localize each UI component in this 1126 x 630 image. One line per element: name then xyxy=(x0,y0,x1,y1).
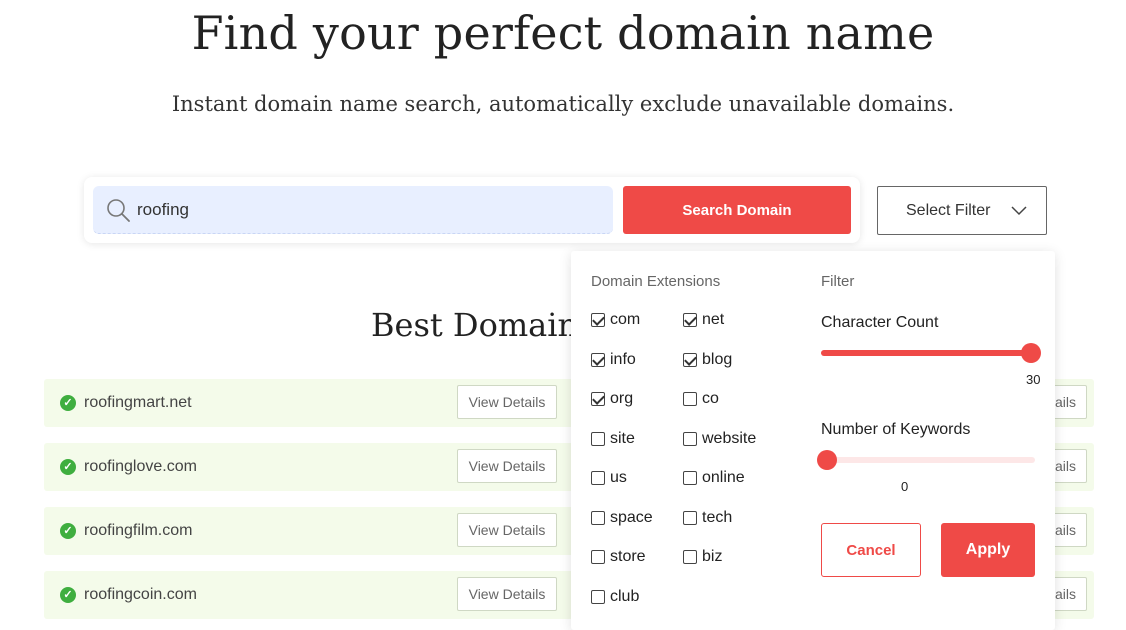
keywords-slider[interactable] xyxy=(817,450,1035,470)
apply-button[interactable]: Apply xyxy=(941,523,1035,577)
available-check-icon: ✓ xyxy=(60,523,76,539)
filter-panel: Domain Extensions Filter com net info blog o… xyxy=(571,251,1055,630)
domain-name: roofingcoin.com xyxy=(84,586,197,603)
page-title: Find your perfect domain name xyxy=(191,6,935,60)
extension-checkbox-club[interactable]: club xyxy=(591,588,639,606)
available-check-icon: ✓ xyxy=(60,587,76,603)
checkbox-icon[interactable] xyxy=(591,510,605,525)
extension-label: co xyxy=(702,390,719,407)
checkbox-icon[interactable] xyxy=(591,352,605,367)
view-details-button[interactable]: View Details xyxy=(457,385,557,419)
checkbox-icon[interactable] xyxy=(683,550,697,564)
extension-checkbox-store[interactable]: store xyxy=(591,548,646,566)
cancel-button[interactable]: Cancel xyxy=(821,523,921,577)
search-input[interactable] xyxy=(137,186,597,234)
extension-checkbox-website[interactable]: website xyxy=(683,430,756,448)
checkbox-icon[interactable] xyxy=(591,431,605,446)
view-details-button[interactable]: View Details xyxy=(457,577,557,611)
checkbox-icon[interactable] xyxy=(591,313,605,327)
extension-checkbox-net[interactable]: net xyxy=(683,311,724,329)
extension-label: net xyxy=(702,311,725,328)
character-count-slider[interactable] xyxy=(821,343,1041,363)
keywords-thumb[interactable] xyxy=(817,450,837,470)
extension-checkbox-biz[interactable]: biz xyxy=(683,548,722,566)
keywords-label: Number of Keywords xyxy=(821,421,971,438)
character-count-thumb[interactable] xyxy=(1021,343,1041,363)
filter-heading: Filter xyxy=(821,273,855,290)
extension-label: website xyxy=(702,429,757,447)
checkbox-icon[interactable] xyxy=(683,392,697,406)
available-check-icon: ✓ xyxy=(60,395,76,411)
extension-checkbox-blog[interactable]: blog xyxy=(683,351,732,369)
character-count-value: 30 xyxy=(1026,372,1041,387)
extension-label: store xyxy=(610,548,646,565)
search-bar: Search Domain xyxy=(84,177,860,243)
view-details-button[interactable]: View Details xyxy=(457,513,557,547)
search-icon xyxy=(107,199,130,222)
extension-label: space xyxy=(610,508,653,526)
checkbox-icon[interactable] xyxy=(591,550,605,564)
character-count-label: Character Count xyxy=(821,314,939,331)
checkbox-icon[interactable] xyxy=(683,471,697,485)
checkbox-icon[interactable] xyxy=(591,392,605,406)
available-check-icon: ✓ xyxy=(60,459,76,475)
domain-name: roofinglove.com xyxy=(84,458,197,475)
checkbox-icon[interactable] xyxy=(683,352,697,367)
extension-checkbox-com[interactable]: com xyxy=(591,311,640,329)
extension-checkbox-org[interactable]: org xyxy=(591,390,633,408)
extension-checkbox-co[interactable]: co xyxy=(683,390,719,408)
view-details-button[interactable]: View Details xyxy=(457,449,557,483)
extension-checkbox-info[interactable]: info xyxy=(591,351,636,369)
extension-label: biz xyxy=(702,548,723,565)
extension-label: blog xyxy=(702,350,733,368)
checkbox-icon[interactable] xyxy=(591,589,605,604)
character-count-fill xyxy=(821,350,1035,356)
extension-label: info xyxy=(610,350,636,368)
search-domain-button[interactable]: Search Domain xyxy=(623,186,851,234)
results-title: Best Domain xyxy=(371,306,579,344)
extension-label: online xyxy=(702,469,745,486)
domain-name: roofingmart.net xyxy=(84,394,192,411)
extension-checkbox-site[interactable]: site xyxy=(591,430,635,448)
keywords-value: 0 xyxy=(901,479,909,494)
checkbox-icon[interactable] xyxy=(591,471,605,485)
checkbox-icon[interactable] xyxy=(683,510,697,525)
checkbox-icon[interactable] xyxy=(683,313,697,327)
extension-label: com xyxy=(610,311,641,328)
chevron-down-icon xyxy=(1011,206,1027,216)
extension-checkbox-online[interactable]: online xyxy=(683,469,745,487)
checkbox-icon[interactable] xyxy=(683,431,697,446)
extension-label: site xyxy=(610,429,635,447)
extension-checkbox-space[interactable]: space xyxy=(591,509,653,527)
extension-label: org xyxy=(610,390,634,407)
select-filter-dropdown[interactable]: Select Filter xyxy=(877,186,1047,235)
extension-label: club xyxy=(610,587,640,605)
extensions-heading: Domain Extensions xyxy=(591,273,721,290)
page-subtitle: Instant domain name search, automaticall… xyxy=(171,92,955,116)
extension-label: us xyxy=(610,469,627,486)
select-filter-label: Select Filter xyxy=(906,202,991,219)
search-field[interactable] xyxy=(93,186,613,234)
extension-checkbox-us[interactable]: us xyxy=(591,469,627,487)
extension-label: tech xyxy=(702,508,733,526)
extension-checkbox-tech[interactable]: tech xyxy=(683,509,732,527)
domain-name: roofingfilm.com xyxy=(84,522,193,539)
